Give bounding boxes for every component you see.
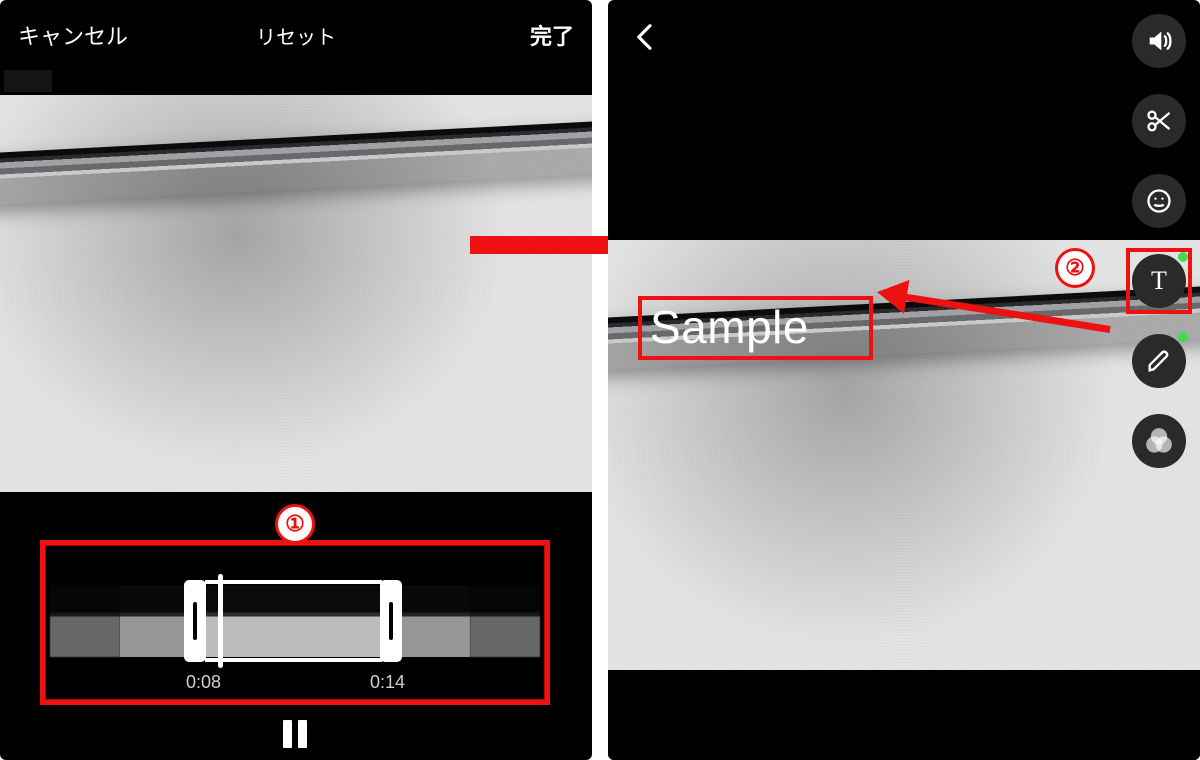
callout-badge-2: ② [1055, 248, 1095, 288]
trim-tool-button[interactable] [1132, 94, 1186, 148]
editor-screen: T [608, 0, 1200, 760]
pause-button[interactable] [283, 720, 307, 748]
trim-header: キャンセル リセット 完了 [0, 0, 592, 70]
cancel-button[interactable]: キャンセル [18, 19, 128, 51]
video-preview[interactable] [0, 95, 592, 492]
progress-stub [4, 70, 52, 92]
callout-box-1 [40, 540, 550, 705]
back-button[interactable] [630, 22, 660, 52]
callout-badge-1: ① [275, 504, 315, 544]
sticker-tool-button[interactable] [1132, 174, 1186, 228]
trim-screen: キャンセル リセット 完了 0:08 0:14 [0, 0, 592, 760]
filter-tool-button[interactable] [1132, 414, 1186, 468]
done-button[interactable]: 完了 [530, 19, 574, 51]
draw-tool-button[interactable] [1132, 334, 1186, 388]
tool-column: T [1132, 14, 1186, 468]
editor-bottom-bar [608, 672, 1200, 760]
overlay-text[interactable]: Sample [650, 300, 809, 354]
callout-box-2 [1126, 248, 1192, 314]
mute-button[interactable] [1132, 14, 1186, 68]
